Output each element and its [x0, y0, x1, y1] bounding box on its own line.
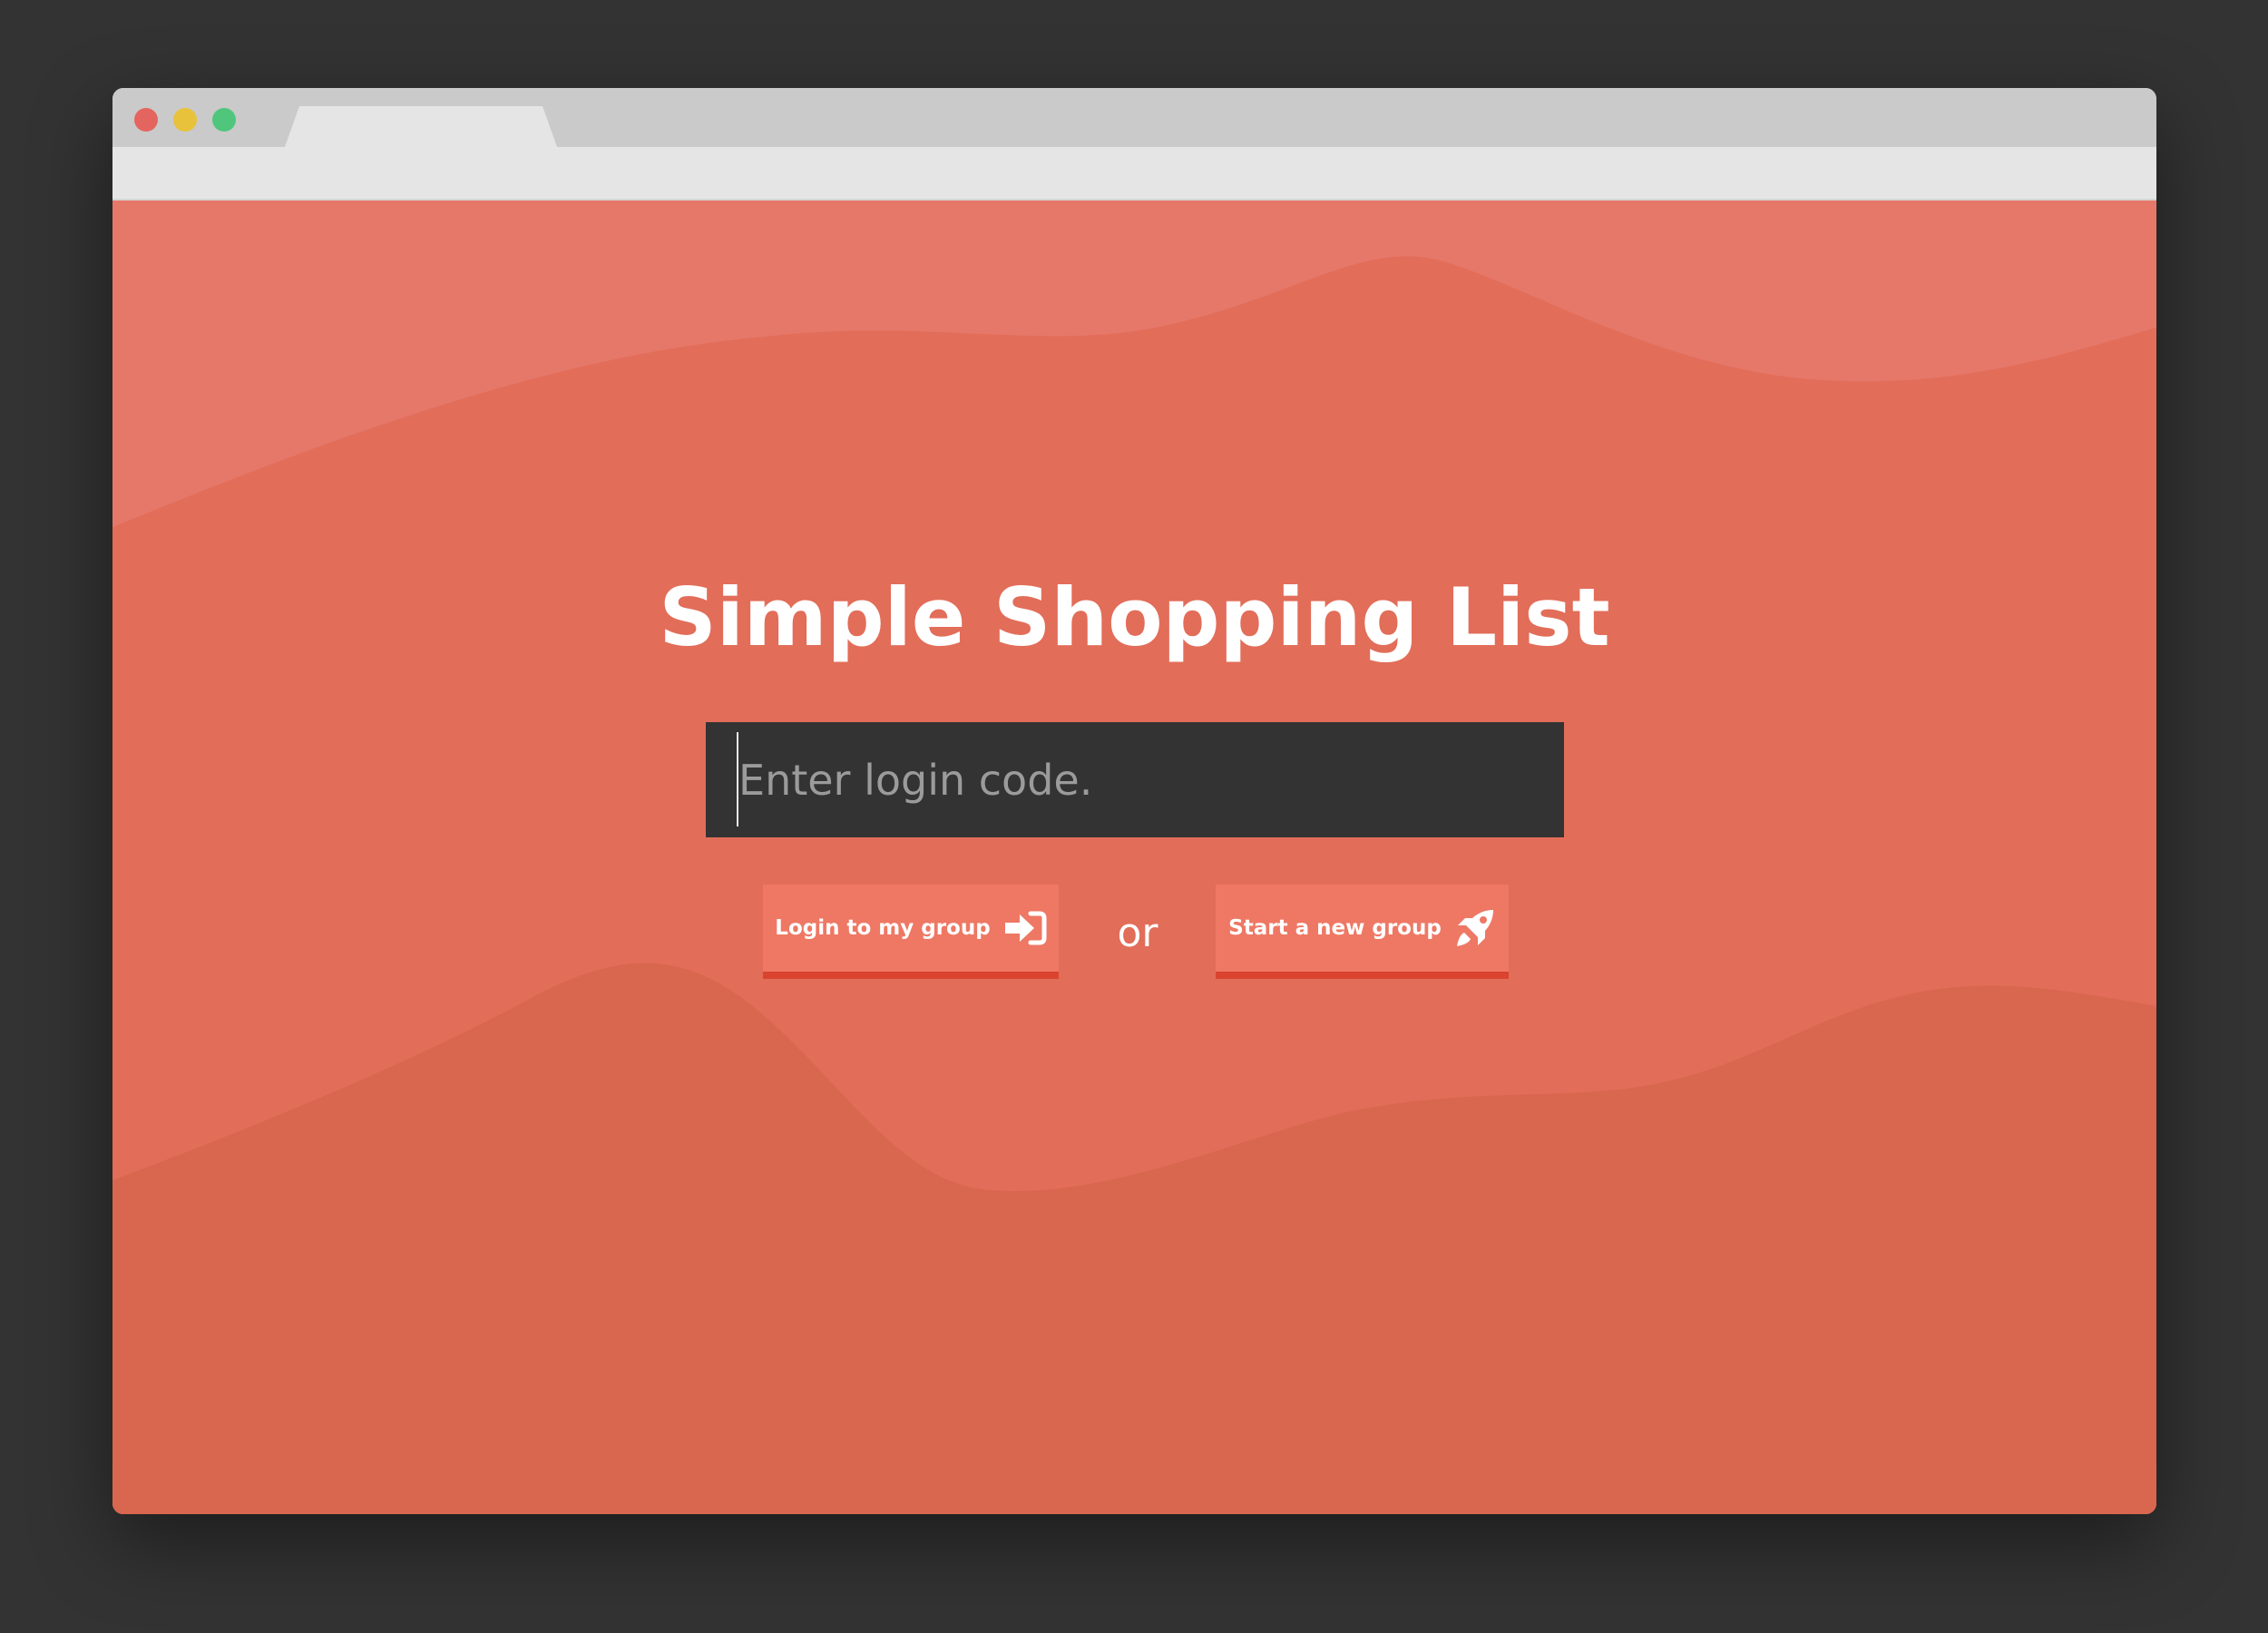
browser-tab[interactable]: [285, 106, 557, 147]
text-cursor: [737, 732, 738, 826]
login-to-group-button[interactable]: Login to my group: [763, 885, 1059, 979]
login-button-label: Login to my group: [775, 916, 991, 940]
page-title: Simple Shopping List: [659, 571, 1610, 664]
or-separator: or: [1117, 910, 1158, 956]
sign-in-icon: [1004, 911, 1047, 945]
page-viewport: Simple Shopping List Login to my group o…: [112, 200, 2156, 1514]
background-waves: [112, 200, 2156, 1514]
browser-toolbar: [112, 147, 2156, 200]
login-code-input[interactable]: [706, 722, 1564, 837]
minimize-window-button[interactable]: [173, 108, 197, 132]
close-window-button[interactable]: [134, 108, 158, 132]
rocket-icon: [1456, 910, 1493, 946]
start-new-group-button[interactable]: Start a new group: [1216, 885, 1509, 979]
browser-window: Simple Shopping List Login to my group o…: [112, 88, 2156, 1514]
zoom-window-button[interactable]: [212, 108, 236, 132]
start-button-label: Start a new group: [1228, 916, 1442, 940]
window-titlebar: [112, 88, 2156, 147]
